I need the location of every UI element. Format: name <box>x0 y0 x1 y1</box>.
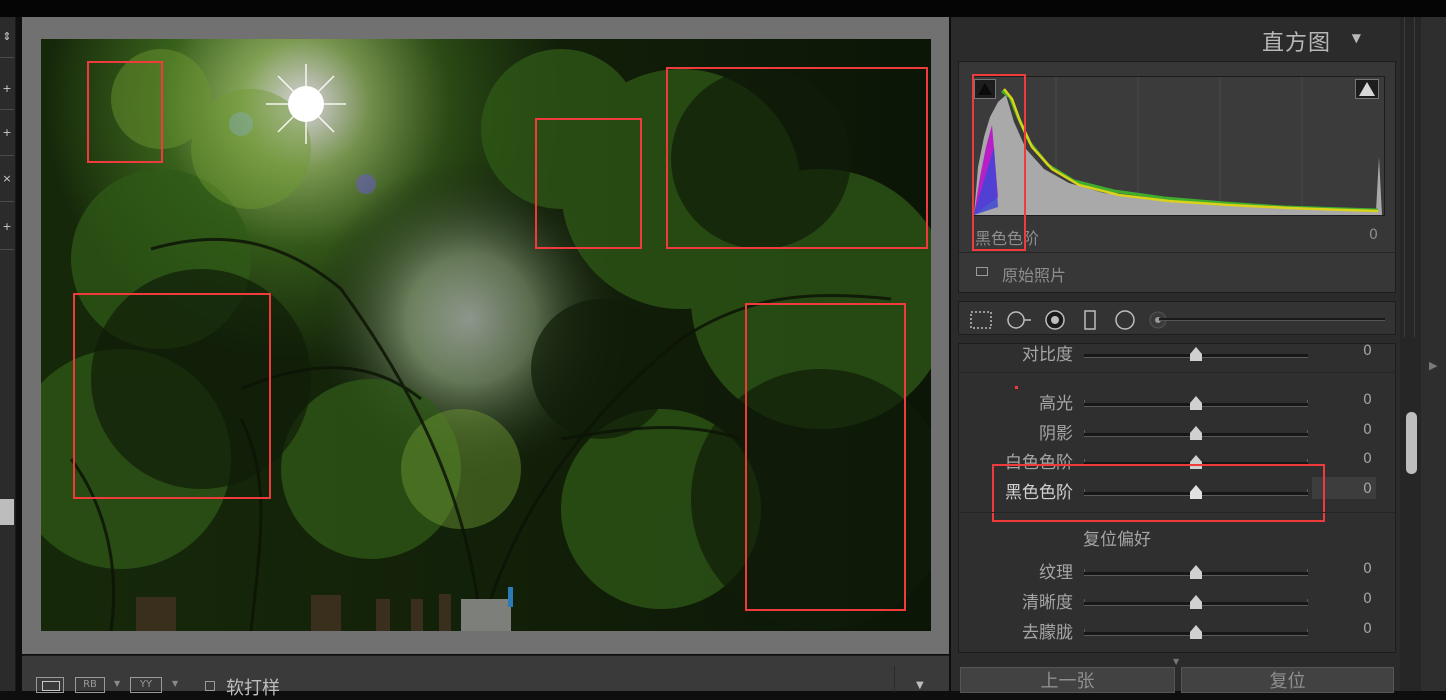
slider-label: 高光 <box>1039 394 1073 414</box>
slider-row-clarity: 清晰度 0 <box>959 588 1395 616</box>
slider-label: 去朦胧 <box>1022 623 1073 643</box>
section-divider <box>959 372 1395 373</box>
spot-removal-icon[interactable] <box>1005 309 1033 331</box>
develop-right-panel: 直方图 ▼ 黑色色阶 0 原始照片 对比度 0 高光 0 阴影 0 白色色阶 0… <box>951 17 1421 693</box>
window-top-bar <box>0 0 1446 17</box>
highlights-slider-thumb[interactable] <box>1190 396 1202 410</box>
shadows-slider-thumb[interactable] <box>1190 426 1202 440</box>
annotation-box <box>972 74 1026 251</box>
left-panel-divider <box>0 201 14 202</box>
slider-value[interactable]: 0 <box>1363 448 1372 470</box>
dehaze-slider-thumb[interactable] <box>1190 625 1202 639</box>
add-icon[interactable]: + <box>0 221 14 233</box>
original-photo-checkbox[interactable] <box>976 267 988 276</box>
basic-adjustments-panel: 对比度 0 高光 0 阴影 0 白色色阶 0 黑色色阶 0 复位偏好 纹理 0 … <box>958 343 1396 653</box>
original-photo-label: 原始照片 <box>1002 266 1067 285</box>
expand-panel-arrow-icon[interactable]: ▶ <box>1429 359 1437 372</box>
chevron-down-icon[interactable]: ▼ <box>1173 657 1179 666</box>
section-divider <box>959 512 1395 513</box>
slider-value[interactable]: 0 <box>1363 558 1372 580</box>
panel-footer: ▼ 上一张 复位 <box>951 657 1395 693</box>
left-panel: ⇕ + + × + <box>0 17 16 691</box>
histogram-title: 直方图 <box>1261 31 1331 56</box>
tool-strip <box>958 301 1396 335</box>
slider-value[interactable]: 0 <box>1363 419 1372 441</box>
left-panel-divider <box>0 249 14 250</box>
histogram-divider <box>959 252 1397 253</box>
annotation-box <box>73 293 271 499</box>
slider-label: 清晰度 <box>1022 593 1073 613</box>
red-eye-icon[interactable] <box>1042 309 1068 331</box>
right-edge-panel: ▶ <box>1421 17 1446 691</box>
histogram-graph[interactable] <box>973 76 1385 216</box>
highlight-clipping-indicator[interactable] <box>1355 79 1379 99</box>
histogram-curves <box>974 77 1382 215</box>
left-panel-divider <box>0 155 14 156</box>
slider-row-dehaze: 去朦胧 0 <box>959 618 1395 646</box>
scrollbar-rail <box>1404 17 1405 337</box>
add-icon[interactable]: + <box>0 83 14 95</box>
slider-value[interactable]: 0 <box>1363 478 1372 500</box>
histogram-header[interactable]: 直方图 ▼ <box>951 17 1395 61</box>
graduated-filter-icon[interactable] <box>1080 309 1100 331</box>
left-panel-divider <box>0 57 14 58</box>
collapse-triangle-icon[interactable]: ▼ <box>1352 31 1361 45</box>
slider-value[interactable]: 0 <box>1363 344 1372 362</box>
soft-proof-checkbox[interactable] <box>205 681 215 691</box>
slider-label: 阴影 <box>1039 424 1073 444</box>
slider-row-shadows: 阴影 0 <box>959 419 1395 447</box>
slider-value[interactable]: 0 <box>1363 618 1372 640</box>
bottom-toolbar: RB ▼ YY ▼ 软打样 ▼ <box>22 655 949 699</box>
loupe-view-icon <box>42 681 60 691</box>
contrast-slider-thumb[interactable] <box>1190 347 1202 361</box>
annotation-box <box>992 464 1325 522</box>
left-panel-divider <box>0 109 14 110</box>
clarity-slider-thumb[interactable] <box>1190 595 1202 609</box>
histogram-panel: 黑色色阶 0 原始照片 <box>958 61 1397 293</box>
reset-preference-link[interactable]: 复位偏好 <box>1083 525 1151 550</box>
radial-filter-icon[interactable] <box>1112 309 1138 331</box>
slider-value[interactable]: 0 <box>1363 588 1372 610</box>
reset-button[interactable]: 复位 <box>1181 667 1394 693</box>
chevron-down-icon[interactable]: ▼ <box>172 679 178 688</box>
scrollbar-thumb[interactable] <box>1406 412 1417 474</box>
scrollbar-rail <box>1414 17 1415 337</box>
tool-size-slider[interactable] <box>1159 318 1385 321</box>
slider-label: 纹理 <box>1039 563 1073 583</box>
triangle-up-icon <box>1359 82 1375 96</box>
panel-scrollbar[interactable] <box>1400 17 1421 691</box>
left-panel-selected-item[interactable] <box>0 499 14 525</box>
sort-icon[interactable]: ⇕ <box>0 31 14 43</box>
annotation-box <box>87 61 163 163</box>
annotation-box <box>535 118 642 249</box>
crop-overlay-icon[interactable] <box>968 309 994 331</box>
toolbar-divider <box>894 666 895 692</box>
slider-row-contrast: 对比度 0 <box>959 344 1395 368</box>
forest-photo[interactable] <box>41 39 931 631</box>
chevron-down-icon[interactable]: ▼ <box>114 679 120 688</box>
slider-row-highlights: 高光 0 <box>959 389 1395 417</box>
histogram-readout-value: 0 <box>1369 227 1378 243</box>
texture-slider-thumb[interactable] <box>1190 565 1202 579</box>
slider-label: 对比度 <box>1022 345 1073 365</box>
close-icon[interactable]: × <box>0 173 14 185</box>
slider-value[interactable]: 0 <box>1363 389 1372 411</box>
annotation-box <box>666 67 928 249</box>
soft-proof-label: 软打样 <box>226 678 280 699</box>
add-icon[interactable]: + <box>0 127 14 139</box>
previous-button[interactable]: 上一张 <box>960 667 1175 693</box>
annotation-box <box>745 303 906 611</box>
slider-row-texture: 纹理 0 <box>959 558 1395 586</box>
toolbar-menu-chevron-icon[interactable]: ▼ <box>916 680 924 691</box>
